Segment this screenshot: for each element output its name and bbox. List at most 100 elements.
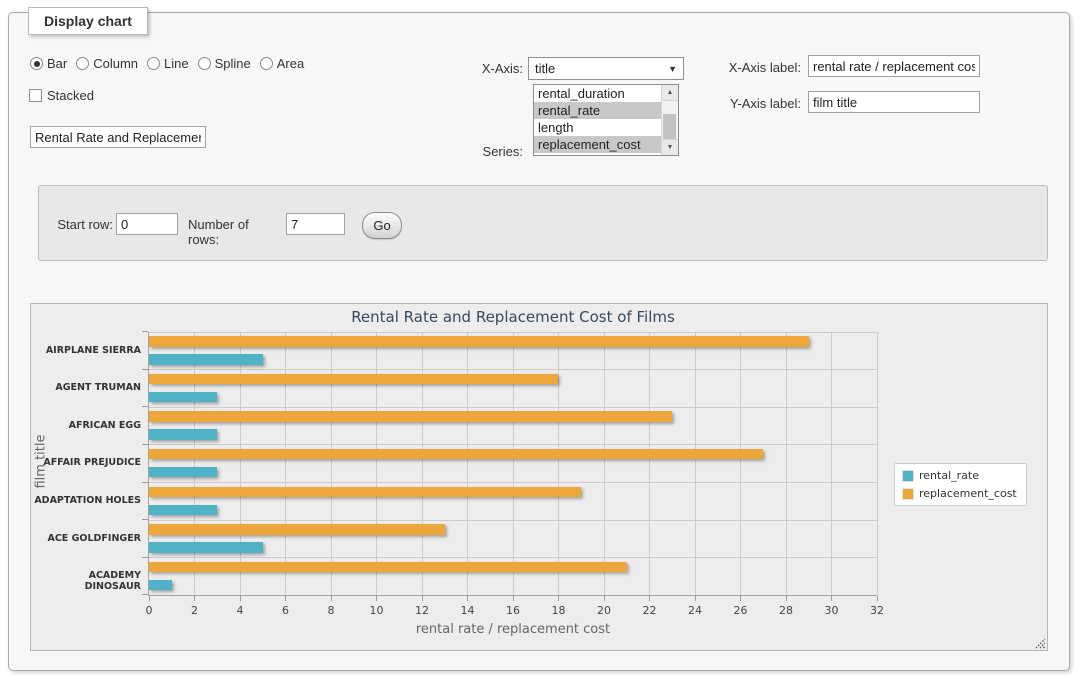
gridline xyxy=(604,332,605,595)
gridline xyxy=(149,520,877,521)
bar-replacement_cost[interactable] xyxy=(149,336,809,346)
tick-mark xyxy=(149,596,150,601)
legend-item-rental_rate[interactable]: rental_rate xyxy=(902,469,1017,482)
legend-item-replacement_cost[interactable]: replacement_cost xyxy=(902,487,1017,500)
series-option-length[interactable]: length xyxy=(534,119,661,136)
tick-mark xyxy=(142,519,148,520)
series-field-label: Series: xyxy=(445,144,523,159)
tick-mark xyxy=(786,596,787,601)
category-label: ACADEMY DINOSAUR xyxy=(31,570,141,592)
gridline xyxy=(149,557,877,558)
radio-option-line[interactable]: Line xyxy=(147,56,189,71)
bar-replacement_cost[interactable] xyxy=(149,449,763,459)
stacked-checkbox[interactable] xyxy=(29,89,42,102)
radio-area[interactable] xyxy=(260,57,273,70)
series-multiselect[interactable]: rental_durationrental_ratelengthreplacem… xyxy=(533,84,679,156)
tick-mark xyxy=(467,596,468,601)
series-option-rental_rate[interactable]: rental_rate xyxy=(534,102,661,119)
bar-rental_rate[interactable] xyxy=(149,467,217,477)
chart-type-radio-group: Bar Column Line Spline Area xyxy=(30,56,304,71)
bar-replacement_cost[interactable] xyxy=(149,562,627,572)
radio-line[interactable] xyxy=(147,57,160,70)
gridline xyxy=(149,482,877,483)
gridline xyxy=(149,332,877,333)
go-button[interactable]: Go xyxy=(362,212,402,239)
radio-spline[interactable] xyxy=(198,57,211,70)
chart-area: Rental Rate and Replacement Cost of Film… xyxy=(30,303,1048,651)
tick-mark xyxy=(194,596,195,601)
tick-mark xyxy=(142,594,148,595)
tick-mark xyxy=(142,331,148,332)
radio-label-spline: Spline xyxy=(215,56,251,71)
tick-mark xyxy=(558,596,559,601)
tick-mark xyxy=(877,596,878,601)
x-tick-label: 14 xyxy=(448,604,488,617)
bar-rental_rate[interactable] xyxy=(149,354,263,364)
bar-replacement_cost[interactable] xyxy=(149,487,581,497)
radio-column[interactable] xyxy=(76,57,89,70)
tick-mark xyxy=(240,596,241,601)
bar-replacement_cost[interactable] xyxy=(149,411,672,421)
bar-replacement_cost[interactable] xyxy=(149,524,445,534)
x-tick-label: 0 xyxy=(129,604,169,617)
category-label: AIRPLANE SIERRA xyxy=(31,345,141,356)
tick-mark xyxy=(740,596,741,601)
x-axis-label-input[interactable] xyxy=(808,55,980,77)
tick-mark xyxy=(422,596,423,601)
radio-bar[interactable] xyxy=(30,57,43,70)
chart-title-input[interactable] xyxy=(30,126,206,148)
resize-handle-icon[interactable] xyxy=(1033,636,1046,649)
scroll-up-icon[interactable]: ▲ xyxy=(662,85,678,101)
gridline xyxy=(376,332,377,595)
legend-label: replacement_cost xyxy=(919,487,1017,500)
series-option-replacement_cost[interactable]: replacement_cost xyxy=(534,136,661,153)
stacked-checkbox-row[interactable]: Stacked xyxy=(29,88,94,103)
gridline xyxy=(331,332,332,595)
scrollbar-thumb[interactable] xyxy=(663,114,676,140)
scroll-down-icon[interactable]: ▼ xyxy=(662,139,678,155)
tick-mark xyxy=(513,596,514,601)
x-tick-label: 28 xyxy=(766,604,806,617)
stacked-label: Stacked xyxy=(47,88,94,103)
start-row-label: Start row: xyxy=(28,217,113,232)
gridline xyxy=(240,332,241,595)
y-axis-label-input[interactable] xyxy=(808,91,980,113)
category-label: AFRICAN EGG xyxy=(31,420,141,431)
tick-mark xyxy=(142,557,148,558)
category-label: ACE GOLDFINGER xyxy=(31,533,141,544)
bar-rental_rate[interactable] xyxy=(149,505,217,515)
radio-label-line: Line xyxy=(164,56,189,71)
radio-label-area: Area xyxy=(277,56,304,71)
radio-option-column[interactable]: Column xyxy=(76,56,138,71)
tick-mark xyxy=(142,482,148,483)
x-axis-label-field-label: X-Axis label: xyxy=(717,60,801,75)
x-tick-label: 24 xyxy=(675,604,715,617)
radio-option-area[interactable]: Area xyxy=(260,56,304,71)
radio-label-column: Column xyxy=(93,56,138,71)
x-axis-select[interactable]: title ▼ xyxy=(528,57,684,80)
series-options: rental_durationrental_ratelengthreplacem… xyxy=(534,85,661,155)
x-tick-label: 32 xyxy=(857,604,897,617)
series-scrollbar[interactable]: ▲ ▼ xyxy=(661,85,678,155)
bar-replacement_cost[interactable] xyxy=(149,374,558,384)
bar-rental_rate[interactable] xyxy=(149,429,217,439)
num-rows-input[interactable] xyxy=(286,213,345,235)
tick-mark xyxy=(604,596,605,601)
x-tick-label: 26 xyxy=(721,604,761,617)
go-button-label: Go xyxy=(373,218,390,233)
legend-label: rental_rate xyxy=(919,469,979,482)
gridline xyxy=(831,332,832,595)
radio-option-bar[interactable]: Bar xyxy=(30,56,67,71)
x-tick-label: 16 xyxy=(493,604,533,617)
gridline xyxy=(740,332,741,595)
tick-mark xyxy=(331,596,332,601)
radio-option-spline[interactable]: Spline xyxy=(198,56,251,71)
start-row-input[interactable] xyxy=(116,213,178,235)
bar-rental_rate[interactable] xyxy=(149,580,172,590)
bar-rental_rate[interactable] xyxy=(149,392,217,402)
tick-mark xyxy=(142,444,148,445)
series-option-rental_duration[interactable]: rental_duration xyxy=(534,85,661,102)
y-axis-label-field-label: Y-Axis label: xyxy=(717,96,801,111)
bar-rental_rate[interactable] xyxy=(149,542,263,552)
category-label: ADAPTATION HOLES xyxy=(31,495,141,506)
